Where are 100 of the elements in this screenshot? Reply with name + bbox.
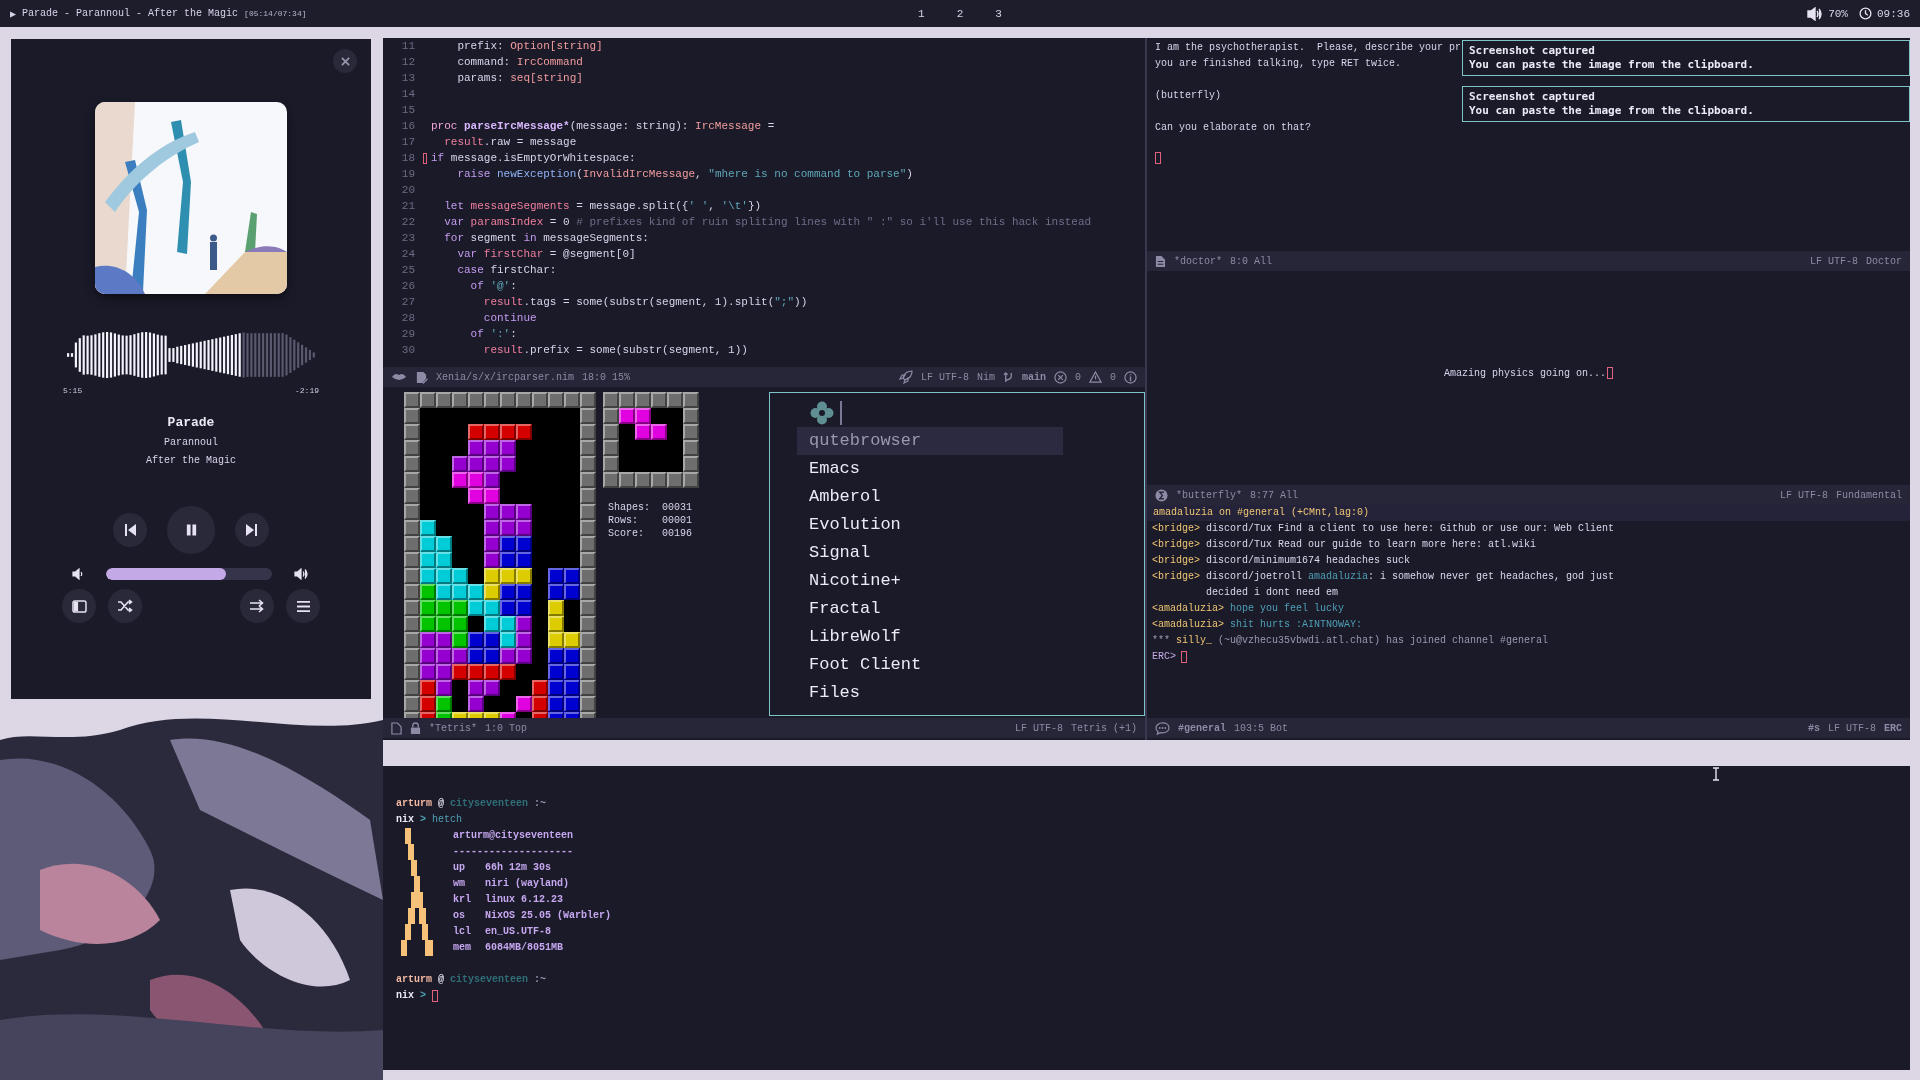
fetch-rule: --------------------	[453, 845, 575, 859]
emacs-logo-icon	[1155, 488, 1168, 502]
line-number: 19	[400, 168, 416, 180]
prompt-label: ERC>	[1152, 650, 1176, 664]
stat-value: 00001	[662, 515, 692, 528]
stat-value: 00196	[662, 528, 692, 541]
code-line: var firstChar = @segment[0]	[456, 248, 636, 260]
launcher-item[interactable]: Files	[797, 679, 1063, 707]
previous-icon	[123, 523, 137, 537]
shell-name: nix	[396, 813, 414, 827]
code-line: if message.isEmptyOrWhitespace:	[431, 152, 636, 164]
stat-label: Rows:	[608, 515, 639, 528]
text-cursor-icon	[1712, 767, 1720, 781]
chat-message: <amadaluzia> hope you feel lucky	[1151, 602, 1346, 616]
launcher-item[interactable]: Nicotine+	[797, 567, 1063, 595]
fetch-value: NixOS 25.05 (Warbler)	[485, 909, 612, 923]
fetch-value: 6084MB/8051MB	[485, 941, 563, 955]
line-number: 16	[400, 120, 416, 132]
notification-body: You can paste the image from the clipboard.	[1469, 104, 1755, 118]
menu-button[interactable]	[286, 589, 320, 623]
prompt-arrow: >	[420, 813, 427, 827]
queue-button[interactable]	[240, 589, 274, 623]
stat-value: 00031	[662, 502, 692, 515]
file-icon	[1155, 254, 1166, 268]
next-button[interactable]	[235, 513, 269, 547]
code-line: command: IrcCommand	[456, 56, 583, 68]
code-line: continue	[482, 312, 537, 324]
sidebar-icon	[71, 599, 87, 613]
notification-title: Screenshot captured	[1469, 90, 1596, 104]
notification-body: You can paste the image from the clipboard.	[1469, 58, 1755, 72]
encoding: LF UTF-8	[1779, 489, 1828, 501]
fetch-label: lcl	[453, 925, 472, 939]
buffer-name: #general	[1178, 722, 1226, 734]
workspace-indicator[interactable]: 1	[918, 7, 925, 20]
code-line: let messageSegments = message.split({' ', '\t'})	[443, 200, 762, 212]
error-count: 0	[1074, 371, 1081, 383]
fetch-label: mem	[453, 941, 472, 955]
launcher-item[interactable]: Signal	[797, 539, 1063, 567]
fetch-value: niri (wayland)	[485, 877, 569, 891]
artist-name: Parannoul	[164, 437, 218, 448]
info-icon	[1124, 370, 1137, 384]
code-line: result.prefix = some(substr(segment, 1))	[482, 344, 748, 356]
major-mode: Nim	[976, 371, 995, 383]
launcher-item[interactable]: Evolution	[797, 511, 1063, 539]
line-number: 11	[400, 40, 416, 52]
previous-button[interactable]	[113, 513, 147, 547]
pause-button[interactable]	[167, 506, 215, 554]
line-number: 13	[400, 72, 416, 84]
file-edit-icon	[415, 370, 428, 384]
major-mode: Fundamental	[1836, 489, 1902, 501]
chat-message: decided i dont need em	[1205, 586, 1340, 600]
line-number: 26	[400, 280, 416, 292]
flower-icon	[810, 401, 834, 425]
encoding: LF UTF-8	[1014, 722, 1063, 734]
code-line: params: seq[string]	[456, 72, 583, 84]
workspace-indicator[interactable]: 2	[956, 7, 964, 20]
line-number: 21	[400, 200, 416, 212]
code-line: of '@':	[469, 280, 517, 292]
prompt-arrow: >	[420, 989, 427, 1003]
notification-title: Screenshot captured	[1469, 44, 1596, 58]
branch-icon	[1002, 370, 1014, 384]
shuffle-button[interactable]	[108, 589, 142, 623]
launcher-item[interactable]: Fractal	[797, 595, 1063, 623]
waveform-drawing[interactable]	[65, 330, 317, 380]
queue-icon	[249, 599, 265, 613]
next-icon	[245, 523, 259, 537]
chat-message: <bridge> discord/minimum1674 headaches suck	[1151, 554, 1412, 568]
pause-icon	[184, 523, 198, 537]
file-path: Xenia/s/x/ircparser.nim	[436, 371, 575, 383]
launcher-item[interactable]: LibreWolf	[797, 623, 1063, 651]
album-name: After the Magic	[146, 455, 236, 466]
clock-time: 09:36	[1877, 7, 1910, 20]
text-cursor	[1607, 367, 1613, 379]
code-line: case firstChar:	[456, 264, 557, 276]
encoding: LF UTF-8	[1809, 255, 1858, 267]
line-number: 24	[400, 248, 416, 260]
text-cursor	[1181, 651, 1187, 663]
buffer-name: *doctor*	[1174, 255, 1222, 267]
track-title: Parade	[167, 415, 215, 430]
chat-message: <amadaluzia> shit hurts :AINTNOWAY:	[1151, 618, 1364, 632]
workspace-indicator[interactable]: 3	[995, 7, 1002, 20]
sidebar-button[interactable]	[62, 589, 96, 623]
text-cursor	[1155, 152, 1161, 164]
launcher-item[interactable]: Amberol	[797, 483, 1063, 511]
launcher-item[interactable]: Emacs	[797, 455, 1063, 483]
line-number: 25	[400, 264, 416, 276]
close-button[interactable]	[333, 49, 357, 73]
lips-icon	[391, 372, 407, 382]
lock-icon	[410, 721, 421, 735]
fetch-label: os	[453, 909, 466, 923]
line-number: 20	[400, 184, 416, 196]
chat-message: <bridge> discord/joetroll amadaluzia: i somehow never get headaches, god just	[1151, 570, 1616, 584]
volume-slider[interactable]	[106, 568, 272, 580]
launcher-item[interactable]: qutebrowser	[797, 427, 1063, 455]
chat-message: *** silly_ (~u@vzhecu35vbwdi.atl.chat) has joined channel #general	[1151, 634, 1550, 648]
shell-name: nix	[396, 989, 414, 1003]
line-number: 22	[400, 216, 416, 228]
launcher-item[interactable]: Foot Client	[797, 651, 1063, 679]
chat-message: <bridge> discord/Tux Read our guide to learn more here: atl.wiki	[1151, 538, 1538, 552]
line-number: 15	[400, 104, 416, 116]
